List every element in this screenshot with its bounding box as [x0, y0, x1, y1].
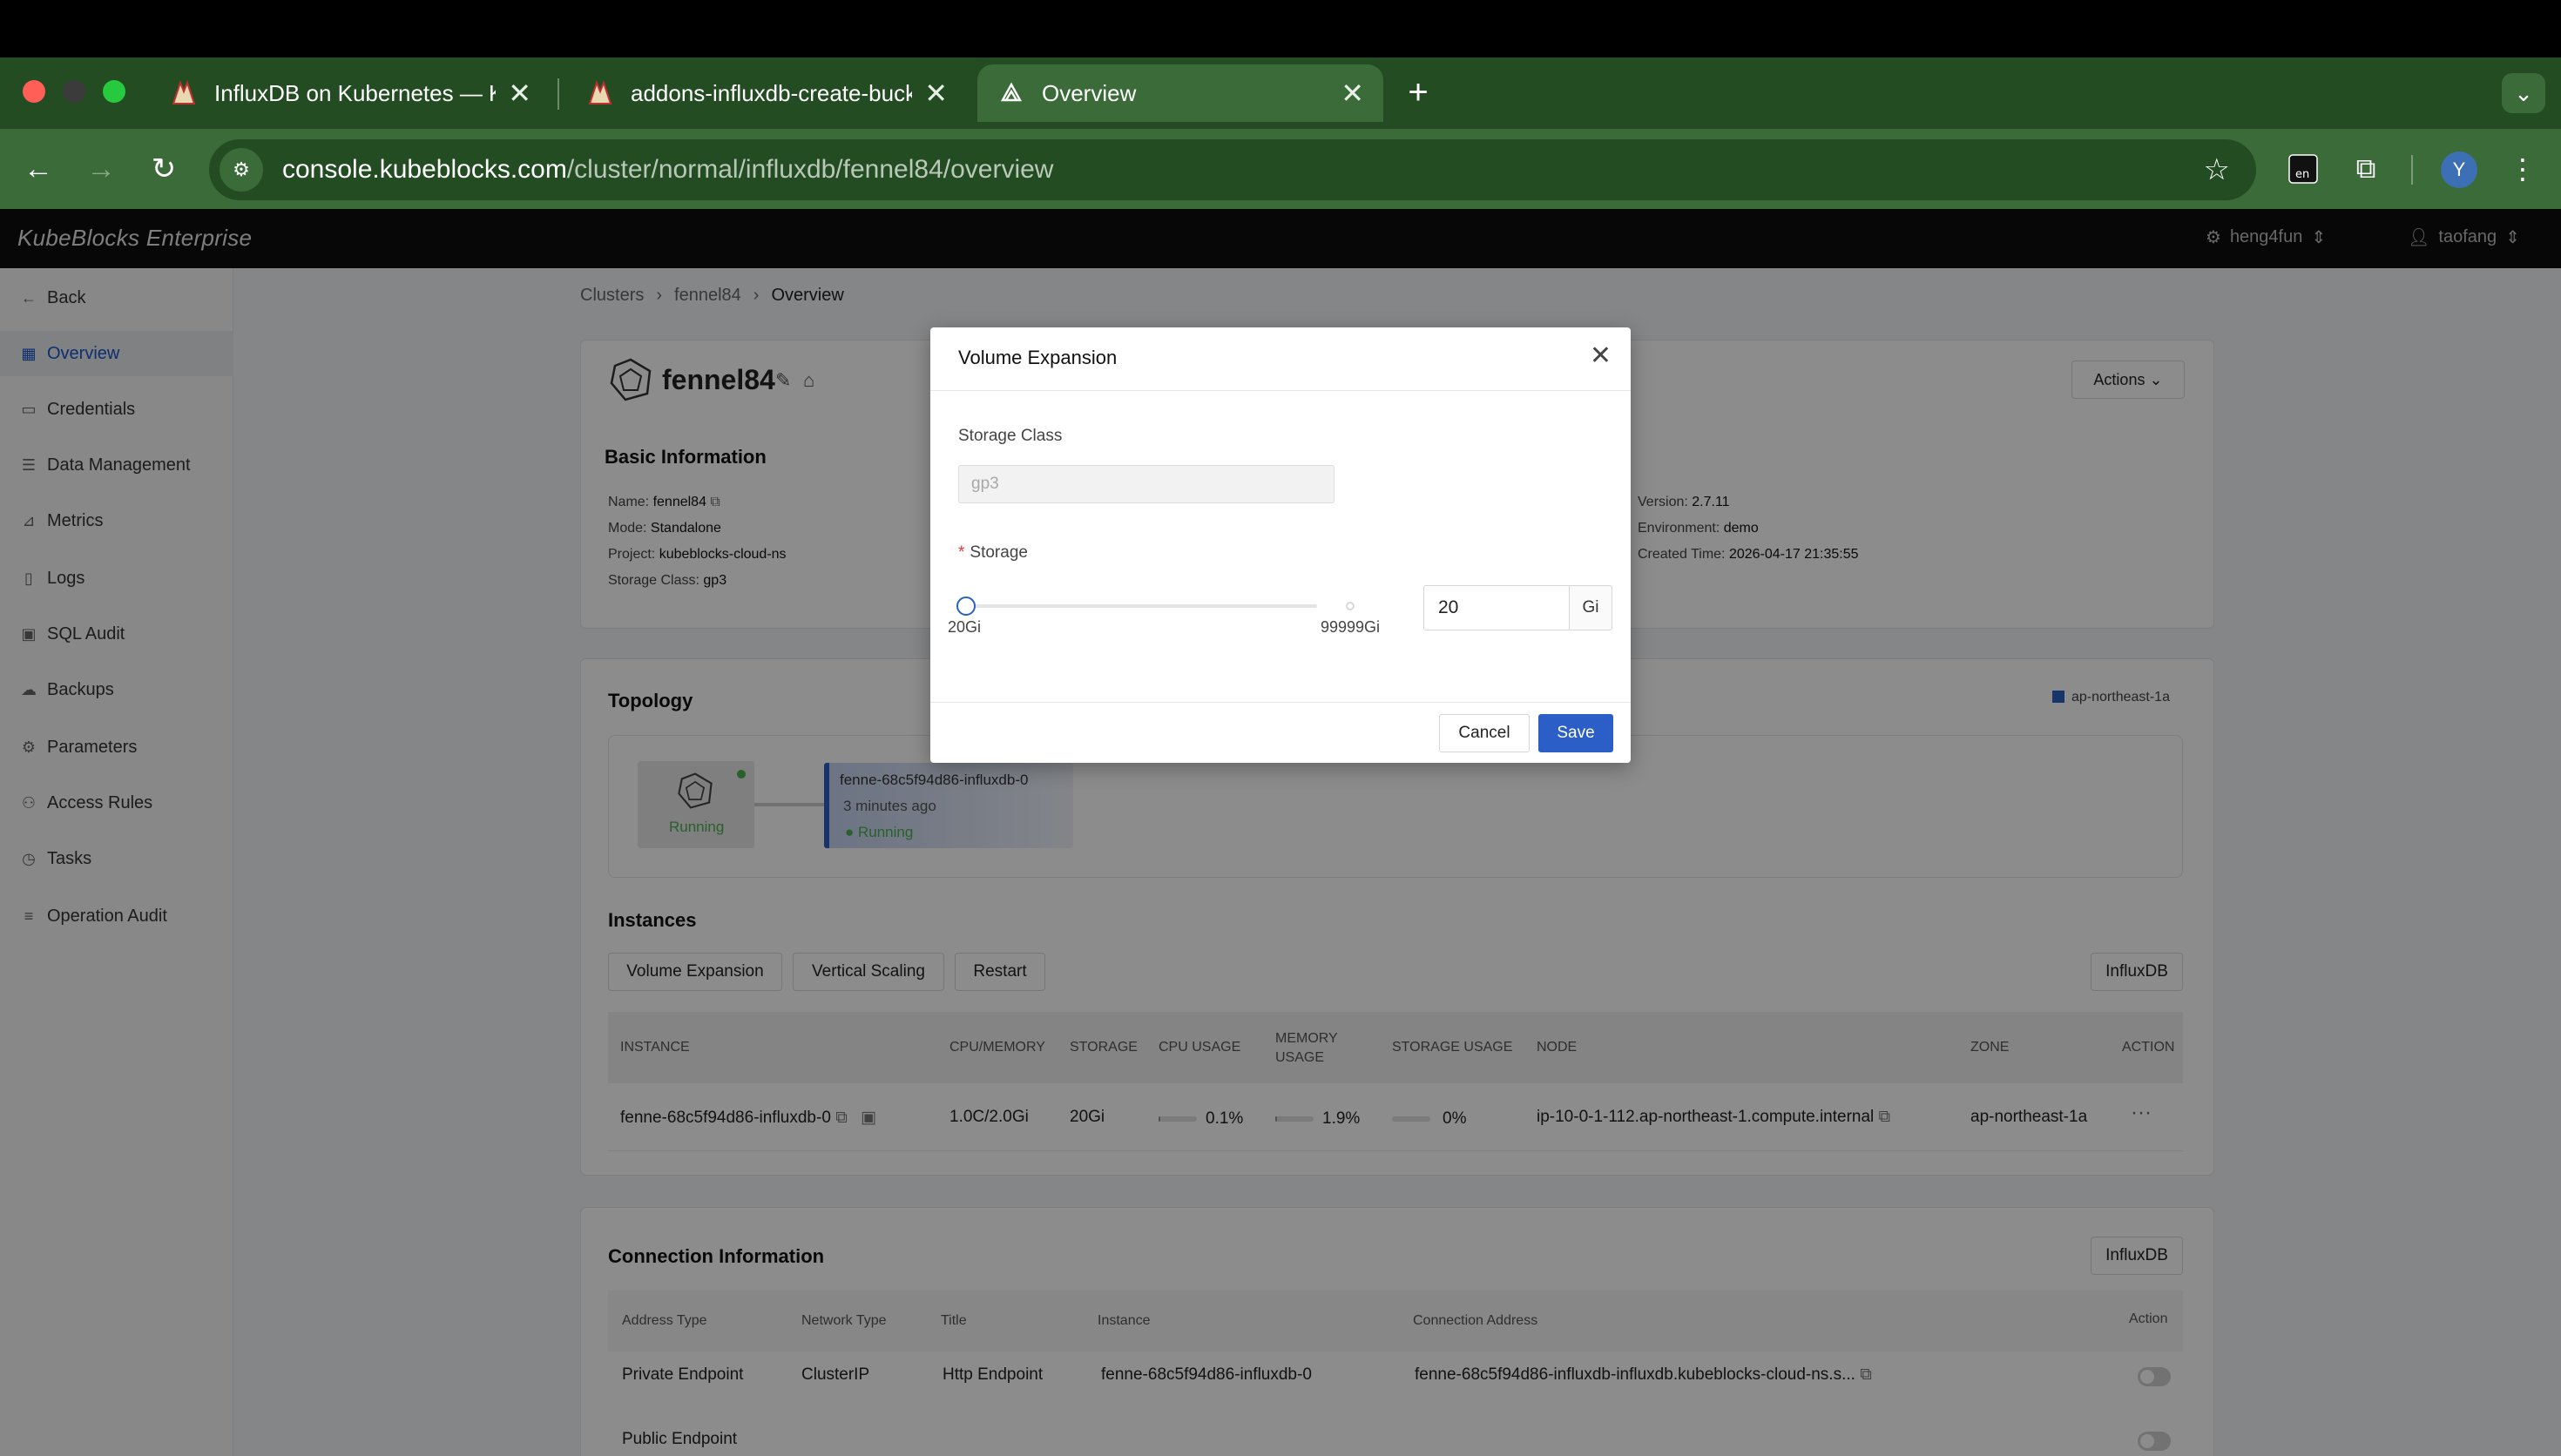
storage-size-input[interactable]: 20 [1423, 585, 1570, 630]
storage-label: * Storage [958, 543, 1028, 563]
cancel-button[interactable]: Cancel [1439, 714, 1530, 752]
extension-translate-icon[interactable]: en [2286, 152, 2321, 186]
dialog-divider [930, 702, 1631, 703]
browser-tab-influxdb-docs[interactable]: InfluxDB on Kubernetes — Ku ✕ [150, 64, 551, 122]
close-icon[interactable]: ✕ [508, 77, 531, 110]
storage-label-text: Storage [970, 543, 1028, 562]
extensions-puzzle-icon[interactable]: ⧉ [2348, 152, 2383, 186]
storage-unit: Gi [1569, 585, 1612, 630]
storage-class-label: Storage Class [958, 427, 1063, 445]
save-button[interactable]: Save [1538, 714, 1613, 752]
tab-title: InfluxDB on Kubernetes — Ku [214, 79, 497, 106]
tab-title: Overview [1042, 79, 1137, 106]
tab-search-button[interactable]: ⌄ [2502, 73, 2545, 113]
dialog-divider [930, 390, 1631, 391]
reload-icon[interactable]: ↻ [145, 150, 183, 188]
close-icon[interactable]: ✕ [1341, 77, 1364, 110]
address-bar[interactable]: ⚙ console.kubeblocks.com/cluster/normal/… [209, 139, 2256, 200]
profile-avatar[interactable]: Y [2441, 152, 2477, 188]
kubeblocks-logo-icon [169, 78, 199, 108]
close-icon[interactable]: ✕ [924, 77, 948, 110]
kubeblocks-logo-icon [585, 78, 615, 108]
slider-max-mark [1346, 602, 1355, 610]
browser-tab-overview[interactable]: Overview ✕ [977, 64, 1383, 122]
new-tab-button[interactable]: + [1401, 73, 1436, 113]
forward-arrow-icon[interactable]: → [82, 150, 120, 188]
macos-menu-bar [0, 0, 2561, 57]
browser-tab-addons[interactable]: addons-influxdb-create-buck ✕ [566, 64, 967, 122]
window-minimize-button[interactable] [63, 80, 85, 103]
bookmark-star-icon[interactable]: ☆ [2204, 153, 2230, 186]
svg-text:en: en [2295, 168, 2309, 181]
close-icon[interactable]: ✕ [1590, 343, 1612, 369]
window-close-button[interactable] [23, 80, 45, 103]
dialog-title: Volume Expansion [958, 347, 1118, 368]
url-host: console.kubeblocks.com [282, 155, 567, 184]
kubeblocks-console-icon [997, 78, 1026, 108]
url-text[interactable]: console.kubeblocks.com/cluster/normal/in… [282, 155, 1053, 185]
slider-min-label: 20Gi [948, 618, 982, 636]
volume-expansion-dialog: Volume Expansion ✕ Storage Class gp3 * St… [930, 327, 1631, 763]
storage-class-field: gp3 [958, 465, 1335, 503]
window-zoom-button[interactable] [103, 80, 125, 103]
tab-title: addons-influxdb-create-buck [631, 79, 913, 106]
toolbar-separator [2411, 155, 2413, 185]
url-path: /cluster/normal/influxdb/fennel84/overvi… [566, 155, 1054, 184]
required-mark: * [958, 543, 965, 562]
storage-slider-handle[interactable] [956, 597, 976, 616]
slider-max-label: 99999Gi [1321, 618, 1381, 636]
browser-menu-icon[interactable]: ⋮ [2505, 152, 2540, 186]
storage-slider-track[interactable] [969, 604, 1317, 608]
site-settings-icon[interactable]: ⚙ [220, 148, 263, 192]
back-arrow-icon[interactable]: ← [19, 150, 57, 188]
tab-separator [557, 78, 559, 110]
